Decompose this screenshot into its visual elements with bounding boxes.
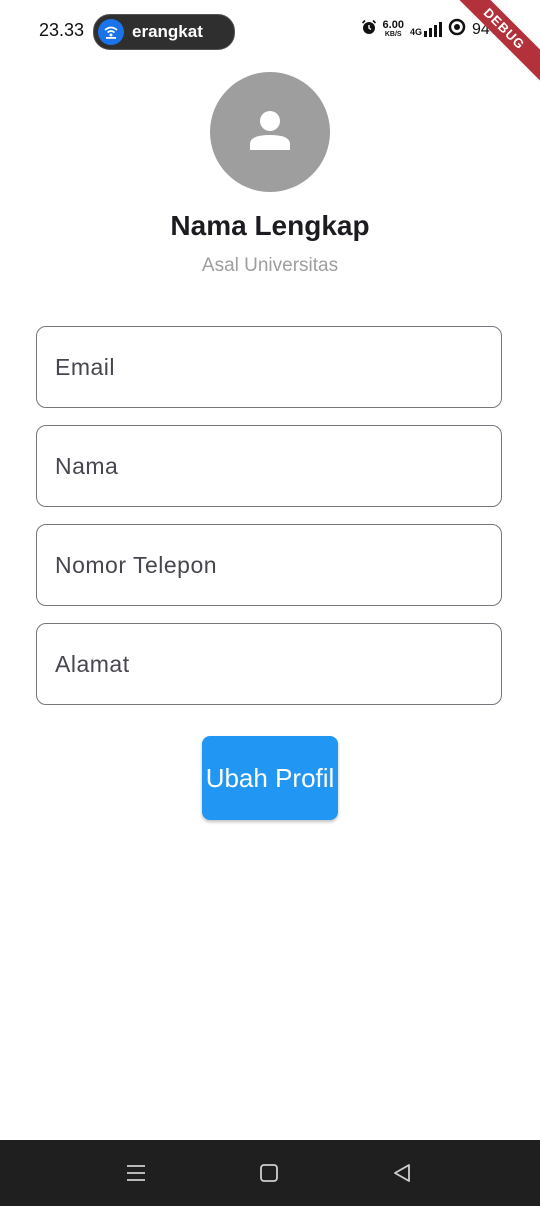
home-icon[interactable]: [254, 1158, 284, 1188]
clock: 23.33: [39, 20, 85, 40]
email-field-container: [36, 326, 502, 408]
menu-icon[interactable]: [121, 1158, 151, 1188]
navigation-bar: [0, 1140, 540, 1206]
net-speed: 6.00 KB/S: [382, 18, 404, 38]
update-profile-button[interactable]: Ubah Profil: [202, 736, 338, 820]
name-field[interactable]: [37, 426, 501, 506]
name-field-container: [36, 425, 502, 507]
notification-pill-text: erangkat: [132, 22, 203, 41]
person-icon: [248, 108, 292, 157]
phone-field-container: [36, 524, 502, 606]
battery-ring-icon: [448, 18, 466, 41]
address-field[interactable]: [37, 624, 501, 704]
profile-university: Asal Universitas: [201, 255, 339, 276]
wifi-icon: [98, 19, 124, 45]
status-bar: 23.33 erangkat 6.00 KB/S 4G DEBUG: [0, 0, 540, 87]
avatar: [210, 72, 330, 192]
debug-banner: DEBUG: [446, 0, 540, 87]
alarm-icon: [361, 19, 377, 40]
profile-name: Nama Lengkap: [170, 210, 370, 241]
signal-icon: 4G: [410, 22, 442, 37]
email-field[interactable]: [37, 327, 501, 407]
notification-pill[interactable]: erangkat: [93, 14, 235, 50]
phone-field[interactable]: [37, 525, 501, 605]
back-icon[interactable]: [387, 1158, 417, 1188]
address-field-container: [36, 623, 502, 705]
